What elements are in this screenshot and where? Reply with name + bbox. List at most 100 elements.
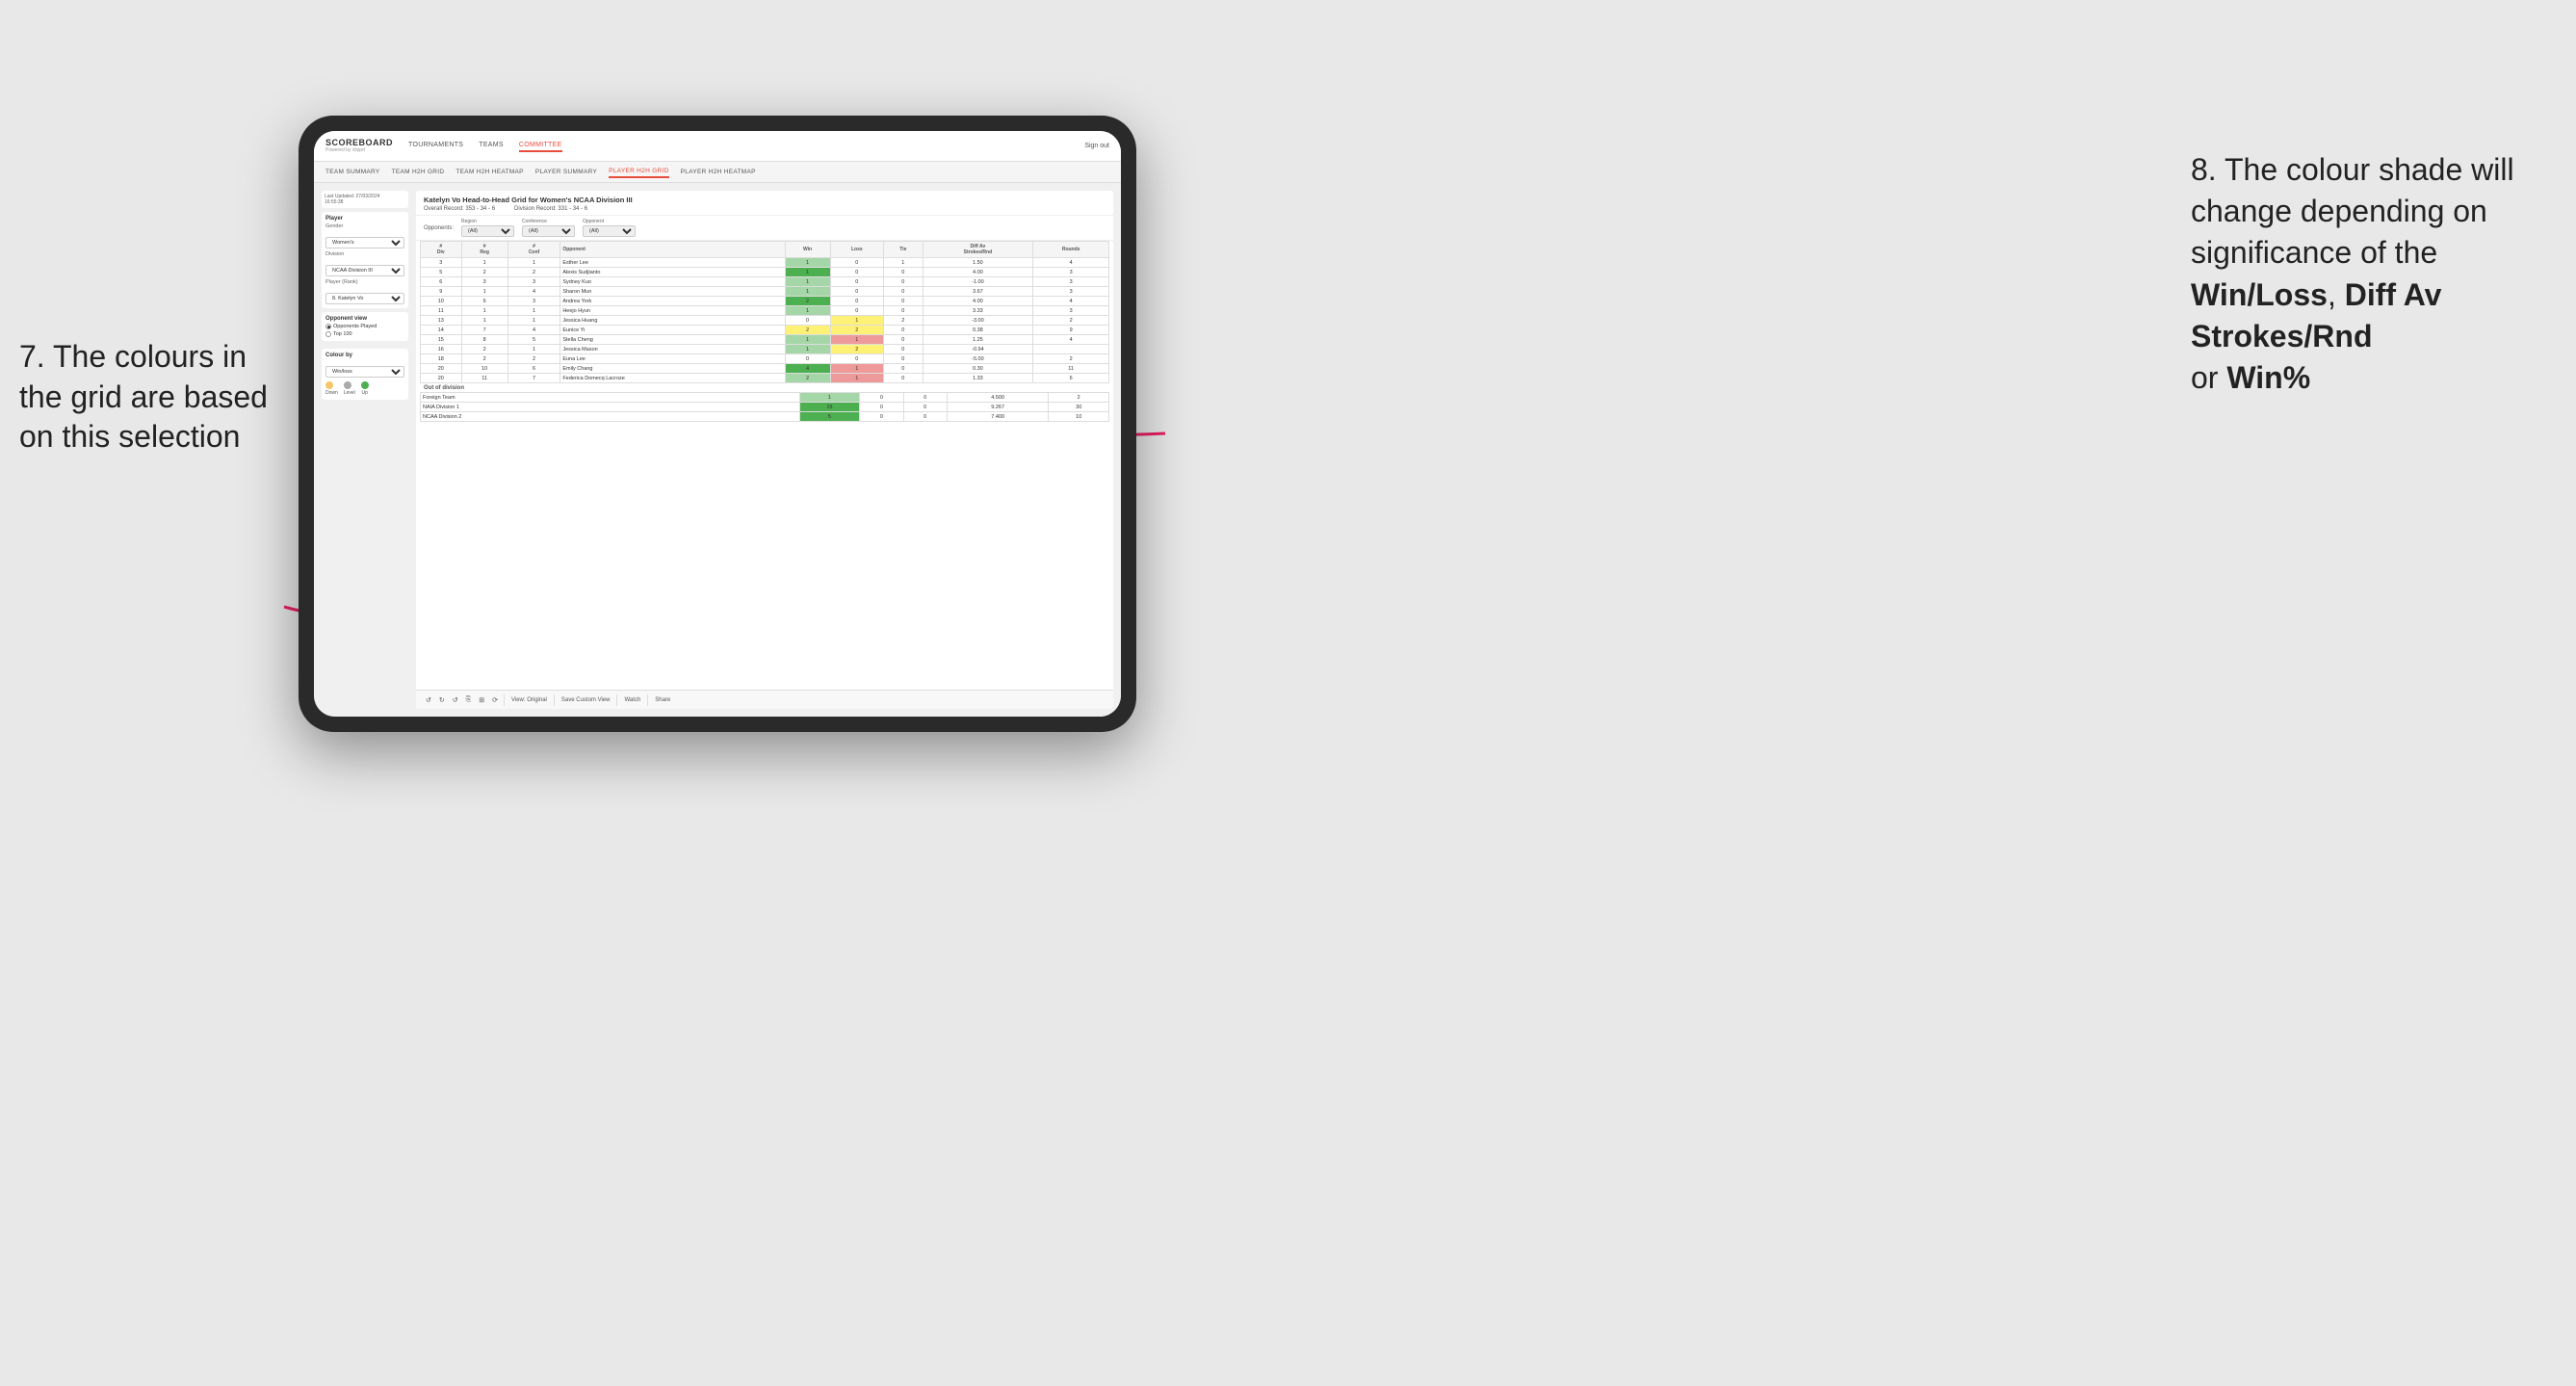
undo-btn[interactable]: ↺ xyxy=(424,695,433,705)
cell-rounds: 9 xyxy=(1033,326,1109,335)
region-select[interactable]: (All) xyxy=(461,225,514,237)
copy-btn[interactable]: ⎘ xyxy=(464,695,474,705)
cell-reg: 2 xyxy=(461,268,507,277)
ood-loss: 0 xyxy=(860,393,903,403)
annotation-right: 8. The colour shade will change dependin… xyxy=(2191,149,2557,399)
left-panel: Last Updated: 27/03/2024 16:55:38 Player… xyxy=(322,191,408,709)
cell-rounds: 4 xyxy=(1033,258,1109,268)
nav-sign-out[interactable]: Sign out xyxy=(1084,143,1109,149)
subnav-team-h2h-heatmap[interactable]: TEAM H2H HEATMAP xyxy=(455,167,523,177)
cell-diff: 4.00 xyxy=(923,268,1033,277)
grid-title: Katelyn Vo Head-to-Head Grid for Women's… xyxy=(424,196,1106,204)
cell-tie: 1 xyxy=(884,258,923,268)
main-content: Last Updated: 27/03/2024 16:55:38 Player… xyxy=(314,183,1121,717)
save-custom[interactable]: Save Custom View xyxy=(559,696,613,704)
cell-win: 1 xyxy=(785,258,830,268)
cell-win: 2 xyxy=(785,326,830,335)
watch-btn[interactable]: Watch xyxy=(621,696,643,704)
cell-reg: 1 xyxy=(461,316,507,326)
cell-win: 0 xyxy=(785,354,830,364)
cell-opponent: Esther Lee xyxy=(560,258,785,268)
opponent-select[interactable]: (All) xyxy=(583,225,636,237)
table-row: 5 2 2 Alexis Sudjianto 1 0 0 4.00 3 xyxy=(421,268,1109,277)
cell-opponent: Euna Lee xyxy=(560,354,785,364)
nav-items: TOURNAMENTS TEAMS COMMITTEE xyxy=(408,140,1084,152)
cell-tie: 0 xyxy=(884,277,923,287)
cell-opponent: Stella Cheng xyxy=(560,335,785,345)
conference-select[interactable]: (All) xyxy=(522,225,575,237)
division-record: Division Record: 331 - 34 - 6 xyxy=(514,206,587,212)
division-select[interactable]: NCAA Division III xyxy=(325,265,404,276)
subnav-player-h2h-heatmap[interactable]: PLAYER H2H HEATMAP xyxy=(681,167,756,177)
radio-circle-played xyxy=(325,324,331,329)
gender-select[interactable]: Women's xyxy=(325,237,404,248)
cell-div: 15 xyxy=(421,335,462,345)
nav-committee[interactable]: COMMITTEE xyxy=(519,140,562,152)
cell-reg: 3 xyxy=(461,277,507,287)
colour-section: Colour by Win/loss Down Level xyxy=(322,349,408,400)
refresh-btn[interactable]: ⟳ xyxy=(490,695,500,705)
ood-loss: 0 xyxy=(860,403,903,412)
radio-opponents-played[interactable]: Opponents Played xyxy=(325,324,404,329)
colour-by-select[interactable]: Win/loss xyxy=(325,366,404,378)
cell-opponent: Heejo Hyun xyxy=(560,306,785,316)
ood-diff: 4.500 xyxy=(947,393,1049,403)
logo-subtitle: Powered by clippd xyxy=(325,147,393,153)
radio-circle-top100 xyxy=(325,331,331,337)
cell-loss: 0 xyxy=(830,306,884,316)
cell-diff: 3.67 xyxy=(923,287,1033,297)
subnav-player-summary[interactable]: PLAYER SUMMARY xyxy=(535,167,597,177)
cell-opponent: Sharon Mun xyxy=(560,287,785,297)
cell-opponent: Andrea York xyxy=(560,297,785,306)
cell-tie: 0 xyxy=(884,345,923,354)
table-row: 15 8 5 Stella Cheng 1 1 0 1.25 4 xyxy=(421,335,1109,345)
top-nav: SCOREBOARD Powered by clippd TOURNAMENTS… xyxy=(314,131,1121,162)
nav-right: Sign out xyxy=(1084,143,1109,149)
right-panel: Katelyn Vo Head-to-Head Grid for Women's… xyxy=(416,191,1113,709)
cell-diff: 0.38 xyxy=(923,326,1033,335)
share-btn[interactable]: Share xyxy=(652,696,673,704)
cell-tie: 0 xyxy=(884,335,923,345)
cell-reg: 1 xyxy=(461,287,507,297)
toolbar-divider-4 xyxy=(647,694,648,706)
cell-diff: -5.00 xyxy=(923,354,1033,364)
redo-btn[interactable]: ↻ xyxy=(437,695,447,705)
subnav-player-h2h-grid[interactable]: PLAYER H2H GRID xyxy=(609,166,669,178)
col-reg: #Reg xyxy=(461,242,507,258)
cell-opponent: Emily Chang xyxy=(560,364,785,374)
filters-row: Opponents: Region (All) Conference (All) xyxy=(416,216,1113,241)
cell-rounds: 3 xyxy=(1033,287,1109,297)
undo2-btn[interactable]: ↺ xyxy=(451,695,460,705)
cell-tie: 2 xyxy=(884,316,923,326)
player-section: Player Gender Women's Division NCAA Divi… xyxy=(322,212,408,308)
cell-win: 1 xyxy=(785,268,830,277)
nav-tournaments[interactable]: TOURNAMENTS xyxy=(408,140,463,152)
dot-up-icon xyxy=(361,381,369,389)
opponent-view-section: Opponent view Opponents Played Top 100 xyxy=(322,312,408,341)
ood-rounds: 2 xyxy=(1049,393,1109,403)
view-original[interactable]: View: Original xyxy=(508,696,550,704)
colour-by-label: Colour by xyxy=(325,353,404,358)
cell-diff: -3.00 xyxy=(923,316,1033,326)
table-row: 16 2 1 Jessica Mason 1 2 0 -0.94 xyxy=(421,345,1109,354)
paste-btn[interactable]: ⊞ xyxy=(477,695,486,705)
cell-win: 1 xyxy=(785,287,830,297)
cell-conf: 4 xyxy=(507,287,560,297)
nav-teams[interactable]: TEAMS xyxy=(479,140,504,152)
cell-conf: 1 xyxy=(507,258,560,268)
cell-win: 0 xyxy=(785,316,830,326)
grid-header: Katelyn Vo Head-to-Head Grid for Women's… xyxy=(416,191,1113,216)
radio-top100[interactable]: Top 100 xyxy=(325,331,404,337)
ood-loss: 0 xyxy=(860,412,903,422)
out-of-division-label: Out of division xyxy=(420,383,1109,392)
player-rank-select[interactable]: 8. Katelyn Vo xyxy=(325,293,404,304)
filter-opponent: Opponent (All) xyxy=(583,219,636,237)
cell-win: 1 xyxy=(785,306,830,316)
col-div: #Div xyxy=(421,242,462,258)
cell-rounds: 3 xyxy=(1033,306,1109,316)
cell-tie: 0 xyxy=(884,354,923,364)
subnav-team-summary[interactable]: TEAM SUMMARY xyxy=(325,167,380,177)
cell-reg: 1 xyxy=(461,306,507,316)
subnav-team-h2h-grid[interactable]: TEAM H2H GRID xyxy=(392,167,445,177)
col-conf: #Conf xyxy=(507,242,560,258)
